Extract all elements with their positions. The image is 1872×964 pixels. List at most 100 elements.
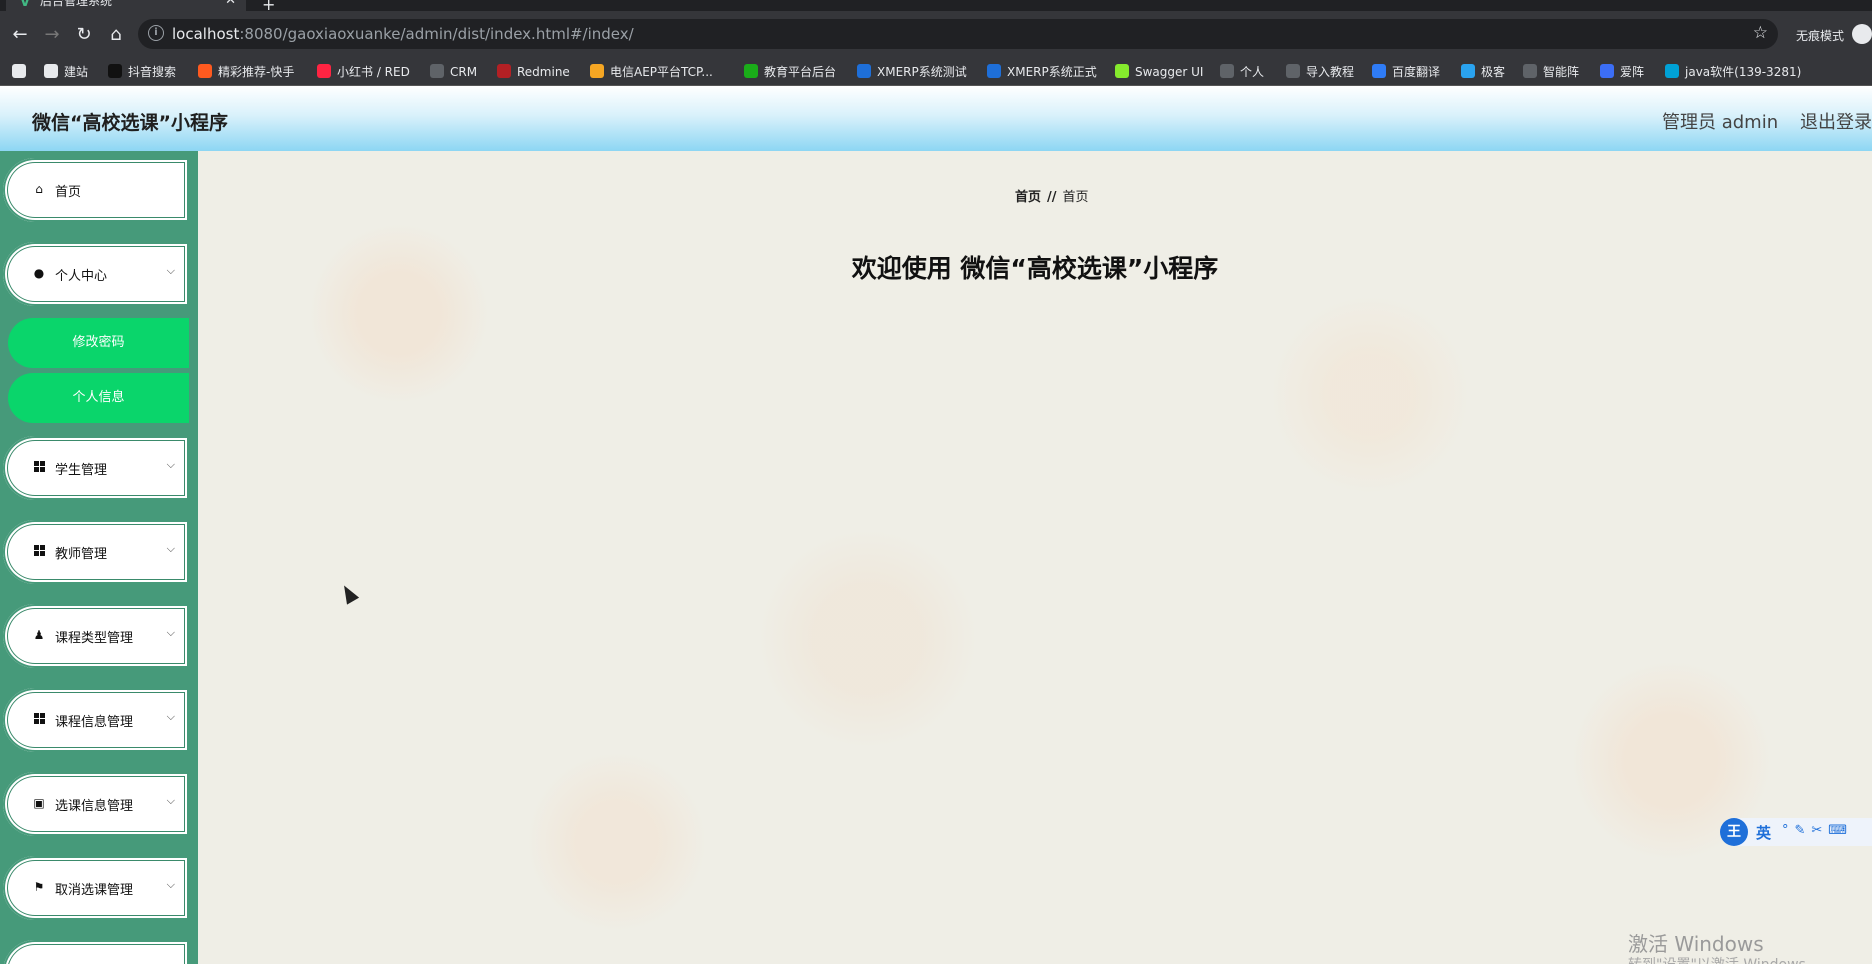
browser-tabstrip: V 后台管理系统 ✕ + [0,0,1872,11]
grid-icon [33,713,45,725]
chevron-down-icon: ⌵ [166,264,175,277]
ime-logo-icon[interactable]: 王 [1720,818,1748,846]
chevron-down-icon: ⌵ [166,542,175,555]
bookmark-item[interactable]: 个人 [1220,63,1264,81]
ime-toolbar[interactable]: 王 英 °✎✂⌨ [1720,818,1872,846]
bookmark-item[interactable]: java软件(139-3281) [1665,63,1801,81]
breadcrumb-item[interactable]: 首页 [1015,190,1041,205]
sidebar-item-teachers[interactable]: 教师管理 ⌵ [3,520,189,584]
bookmark-label: java软件(139-3281) [1685,65,1802,79]
sidebar-item-label: 取消选课管理 [55,883,134,898]
bookmark-label: 抖音搜索 [128,65,177,79]
tab-close-icon[interactable]: ✕ [225,0,236,11]
sidebar-item-course-types[interactable]: ♟ 课程类型管理 ⌵ [3,604,189,668]
bookmark-item[interactable]: Swagger UI [1115,63,1203,81]
sidebar: ⌂ 首页 ● 个人中心 ⌵ 修改密码 个人信息 学生管理 ⌵ 教师管理 ⌵ ♟ … [0,151,198,964]
user-icon: ● [33,266,45,280]
bookmark-item[interactable]: Redmine [497,63,570,81]
chevron-down-icon: ⌵ [166,878,175,891]
ime-tools-icon[interactable]: °✎✂⌨ [1782,823,1853,838]
edu-icon [744,64,758,78]
bookmark-item[interactable]: XMERP系统测试 [857,63,967,81]
sidebar-item-students[interactable]: 学生管理 ⌵ [3,436,189,500]
douyin-icon [108,64,122,78]
breadcrumb-separator: // [1047,190,1057,205]
bookmark-item[interactable]: 教育平台后台 [744,63,836,81]
tab-title: 后台管理系统 [40,0,113,8]
bookmark-label: Swagger UI [1135,65,1204,79]
bookmark-item[interactable]: 小红书 / RED [317,63,410,81]
sidebar-item-label: 首页 [55,185,82,200]
sidebar-item-label: 个人中心 [55,269,108,284]
incognito-label: 无痕模式 [1796,29,1845,43]
chevron-down-icon: ⌵ [166,626,175,639]
bookmark-item[interactable]: 精彩推荐-快手 [198,63,294,81]
chevron-down-icon: ⌵ [166,794,175,807]
globe-icon [430,64,444,78]
bookmark-label: 爱阵 [1620,65,1645,79]
bookmark-item[interactable]: 建站 [44,63,88,81]
aizhen-icon [1600,64,1614,78]
sidebar-item-course-selection[interactable]: ▣ 选课信息管理 ⌵ [3,772,189,836]
bookmark-item[interactable]: 智能阵 [1523,63,1579,81]
xmerp-icon [987,64,1001,78]
url-bar[interactable]: i localhost:8080/gaoxiaoxuanke/admin/dis… [138,19,1778,49]
sidebar-item-label: 教师管理 [55,547,108,562]
browser-toolbar: ← → ↻ ⌂ i localhost:8080/gaoxiaoxuanke/a… [0,11,1872,58]
browser-tab[interactable]: V 后台管理系统 ✕ [6,0,246,11]
logout-button[interactable]: 退出登录 [1800,108,1872,134]
sidebar-item-more[interactable] [3,940,189,964]
bookmark-label: 极客 [1481,65,1506,79]
github-icon [12,64,26,78]
bookmark-item[interactable]: 百度翻译 [1372,63,1440,81]
bookmark-label: 精彩推荐-快手 [218,65,295,79]
sidebar-subitem-change-password[interactable]: 修改密码 [8,318,189,368]
home-icon[interactable]: ⌂ [104,23,128,47]
person-icon: ♟ [33,628,45,642]
bookmark-item[interactable]: 极客 [1461,63,1505,81]
sidebar-item-label: 学生管理 [55,463,108,478]
windows-activation-subtext: 转到"设置"以激活 Windows。 [1628,954,1820,964]
bookmark-item[interactable]: 电信AEP平台TCP... [590,63,713,81]
chevron-down-icon: ⌵ [166,710,175,723]
bookmark-item[interactable]: CRM [430,63,477,81]
bookmark-item[interactable]: 爱阵 [1600,63,1644,81]
bookmark-label: 百度翻译 [1392,65,1441,79]
site-icon [44,64,58,78]
breadcrumb-item: 首页 [1062,190,1089,205]
xmerp-icon [857,64,871,78]
back-arrow-icon[interactable]: ← [8,23,32,47]
flag-icon: ⚑ [33,880,45,894]
globe-icon [1523,64,1537,78]
sidebar-item-personal-center[interactable]: ● 个人中心 ⌵ [3,242,189,306]
bookmark-item[interactable]: 抖音搜索 [108,63,176,81]
forward-arrow-icon[interactable]: → [40,23,64,47]
bookmark-star-icon[interactable]: ☆ [1753,23,1768,43]
globe-icon [1220,64,1234,78]
bookmark-item[interactable]: 导入教程 [1286,63,1354,81]
sidebar-subitem-personal-info[interactable]: 个人信息 [8,373,189,423]
url-text[interactable]: localhost:8080/gaoxiaoxuanke/admin/dist/… [172,25,634,43]
site-info-icon[interactable]: i [148,25,164,41]
bookmark-item[interactable]: XMERP系统正式 [987,63,1097,81]
bilibili-icon [1665,64,1679,78]
sidebar-item-course-info[interactable]: 课程信息管理 ⌵ [3,688,189,752]
bookmark-label: 导入教程 [1306,65,1355,79]
vue-favicon-icon: V [20,0,31,10]
bookmark-label: Redmine [517,65,570,79]
xiaohongshu-icon [317,64,331,78]
sidebar-item-cancel-selection[interactable]: ⚑ 取消选课管理 ⌵ [3,856,189,920]
incognito-icon[interactable] [1852,24,1872,44]
sidebar-item-label: 课程信息管理 [55,715,134,730]
app-title: 微信“高校选课”小程序 [32,112,228,134]
globe-icon [1286,64,1300,78]
sidebar-item-home[interactable]: ⌂ 首页 [3,158,189,222]
reload-icon[interactable]: ↻ [72,23,96,47]
sidebar-item-label: 选课信息管理 [55,799,134,814]
telegram-icon [1461,64,1475,78]
ime-mode-toggle[interactable]: 英 [1756,822,1771,843]
bookmark-label: CRM [450,65,478,79]
bookmark-item[interactable] [12,63,32,81]
new-tab-icon[interactable]: + [262,0,275,11]
grid-icon [33,545,45,557]
